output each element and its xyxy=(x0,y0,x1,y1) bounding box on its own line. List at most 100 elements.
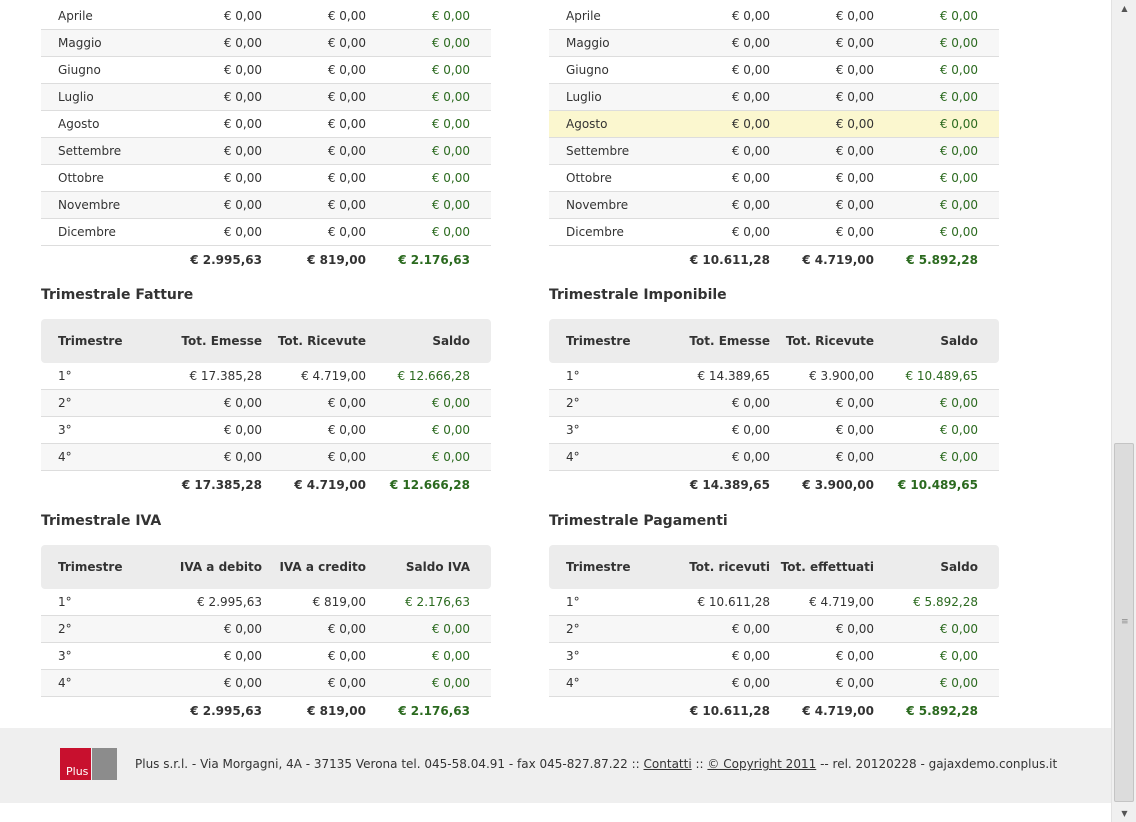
value-cell: € 0,00 xyxy=(770,83,874,111)
month-cell: Dicembre xyxy=(549,218,669,246)
column-header: Trimestre xyxy=(58,334,123,348)
balance-cell: € 0,00 xyxy=(874,669,999,697)
value-cell: € 0,00 xyxy=(669,642,770,670)
total-row: € 2.995,63 € 819,00 € 2.176,63 xyxy=(41,697,491,726)
value-cell: € 0,00 xyxy=(770,218,874,246)
total-row: € 14.389,65 € 3.900,00 € 10.489,65 xyxy=(549,471,999,500)
value-cell: € 0,00 xyxy=(669,218,770,246)
table-header: Trimestre Tot. Emesse Tot. Ricevute Sald… xyxy=(549,319,999,363)
column-header: Trimestre xyxy=(566,334,631,348)
balance-cell: € 0,00 xyxy=(874,110,999,138)
table-row: Aprile € 0,00 € 0,00 € 0,00 xyxy=(41,3,491,30)
column-header: Tot. Ricevute xyxy=(277,334,366,348)
column-header: Saldo xyxy=(940,334,978,348)
table-row: Dicembre € 0,00 € 0,00 € 0,00 xyxy=(549,218,999,246)
value-cell: € 0,00 xyxy=(161,83,262,111)
table-row: 3° € 0,00 € 0,00 € 0,00 xyxy=(41,642,491,670)
copyright-link[interactable]: © Copyright 2011 xyxy=(707,757,816,771)
total-cell: € 4.719,00 xyxy=(294,478,366,492)
balance-cell: € 5.892,28 xyxy=(874,589,999,616)
balance-cell: € 0,00 xyxy=(366,137,491,165)
month-cell: Dicembre xyxy=(41,218,161,246)
page-content: Aprile € 0,00 € 0,00 € 0,00 Maggio € 0,00 € 0… xyxy=(0,0,1111,822)
monthly-table-left: Aprile € 0,00 € 0,00 € 0,00 Maggio € 0,00 € 0… xyxy=(41,3,491,274)
value-cell: € 0,00 xyxy=(161,669,262,697)
table-row: 3° € 0,00 € 0,00 € 0,00 xyxy=(549,416,999,444)
value-cell: € 0,00 xyxy=(669,443,770,471)
value-cell: € 0,00 xyxy=(669,3,770,30)
value-cell: € 3.900,00 xyxy=(770,363,874,390)
scroll-up-arrow-icon[interactable]: ▲ xyxy=(1112,0,1136,17)
total-cell: € 4.719,00 xyxy=(802,704,874,718)
value-cell: € 17.385,28 xyxy=(161,363,262,390)
balance-cell: € 0,00 xyxy=(874,3,999,30)
quarter-cell: 1° xyxy=(41,589,161,616)
value-cell: € 0,00 xyxy=(770,615,874,643)
separator: :: xyxy=(695,757,704,771)
quarter-cell: 2° xyxy=(549,615,669,643)
table-row: Maggio € 0,00 € 0,00 € 0,00 xyxy=(549,29,999,57)
value-cell: € 0,00 xyxy=(161,56,262,84)
quarter-cell: 3° xyxy=(549,642,669,670)
value-cell: € 0,00 xyxy=(262,669,366,697)
scroll-down-arrow-icon[interactable]: ▼ xyxy=(1112,805,1136,822)
table-row: 1° € 10.611,28 € 4.719,00 € 5.892,28 xyxy=(549,589,999,616)
total-balance-cell: € 5.892,28 xyxy=(906,704,978,718)
table-row: Agosto € 0,00 € 0,00 € 0,00 xyxy=(41,110,491,138)
total-balance-cell: € 12.666,28 xyxy=(389,478,470,492)
balance-cell: € 0,00 xyxy=(874,416,999,444)
table-row: 3° € 0,00 € 0,00 € 0,00 xyxy=(549,642,999,670)
value-cell: € 0,00 xyxy=(262,642,366,670)
value-cell: € 0,00 xyxy=(262,137,366,165)
balance-cell: € 0,00 xyxy=(874,191,999,219)
value-cell: € 0,00 xyxy=(161,443,262,471)
month-cell: Maggio xyxy=(41,29,161,57)
value-cell: € 0,00 xyxy=(161,615,262,643)
grip-icon: ≡ xyxy=(1121,617,1129,627)
table-row: Settembre € 0,00 € 0,00 € 0,00 xyxy=(549,137,999,165)
monthly-left-body: Aprile € 0,00 € 0,00 € 0,00 Maggio € 0,00 € 0… xyxy=(41,3,491,274)
scrollbar-thumb[interactable]: ≡ xyxy=(1114,443,1134,802)
table-row: 2° € 0,00 € 0,00 € 0,00 xyxy=(549,389,999,417)
month-cell: Settembre xyxy=(549,137,669,165)
balance-cell: € 0,00 xyxy=(874,218,999,246)
month-cell: Giugno xyxy=(549,56,669,84)
table-row-highlighted[interactable]: Agosto € 0,00 € 0,00 € 0,00 xyxy=(549,110,999,138)
table-header: Trimestre Tot. Emesse Tot. Ricevute Sald… xyxy=(41,319,491,363)
section-title-iva: Trimestrale IVA xyxy=(41,513,162,529)
value-cell: € 0,00 xyxy=(770,389,874,417)
column-header: IVA a debito xyxy=(179,560,262,574)
table-row: Giugno € 0,00 € 0,00 € 0,00 xyxy=(549,56,999,84)
release-info: -- rel. 20120228 - gajaxdemo.conplus.it xyxy=(820,757,1058,771)
table-row: Settembre € 0,00 € 0,00 € 0,00 xyxy=(41,137,491,165)
quarter-cell: 1° xyxy=(41,363,161,390)
quarter-cell: 4° xyxy=(41,669,161,697)
contatti-link[interactable]: Contatti xyxy=(644,757,692,771)
balance-cell: € 10.489,65 xyxy=(874,363,999,390)
balance-cell: € 12.666,28 xyxy=(366,363,491,390)
value-cell: € 0,00 xyxy=(770,110,874,138)
value-cell: € 0,00 xyxy=(770,191,874,219)
balance-cell: € 0,00 xyxy=(366,3,491,30)
table-row: Novembre € 0,00 € 0,00 € 0,00 xyxy=(549,191,999,219)
column-header: Trimestre xyxy=(566,560,631,574)
total-row: € 10.611,28 € 4.719,00 € 5.892,28 xyxy=(549,246,999,275)
footer-text: Plus s.r.l. - Via Morgagni, 4A - 37135 V… xyxy=(135,757,1057,771)
value-cell: € 0,00 xyxy=(669,669,770,697)
vertical-scrollbar[interactable]: ▲ ≡ ▼ xyxy=(1111,0,1136,822)
value-cell: € 0,00 xyxy=(262,443,366,471)
value-cell: € 0,00 xyxy=(669,389,770,417)
quarter-cell: 2° xyxy=(41,615,161,643)
balance-cell: € 0,00 xyxy=(366,416,491,444)
quarter-cell: 2° xyxy=(41,389,161,417)
balance-cell: € 0,00 xyxy=(874,389,999,417)
value-cell: € 0,00 xyxy=(262,110,366,138)
value-cell: € 10.611,28 xyxy=(669,589,770,616)
quarterly-pagamenti-table: Trimestre Tot. ricevuti Tot. effettuati … xyxy=(549,545,999,725)
total-balance-cell: € 5.892,28 xyxy=(906,253,978,267)
table-header: Trimestre IVA a debito IVA a credito Sal… xyxy=(41,545,491,589)
total-cell: € 2.995,63 xyxy=(190,704,262,718)
value-cell: € 0,00 xyxy=(669,416,770,444)
total-cell: € 14.389,65 xyxy=(689,478,770,492)
monthly-right-body: Aprile € 0,00 € 0,00 € 0,00 Maggio € 0,00 € 0… xyxy=(549,3,999,274)
